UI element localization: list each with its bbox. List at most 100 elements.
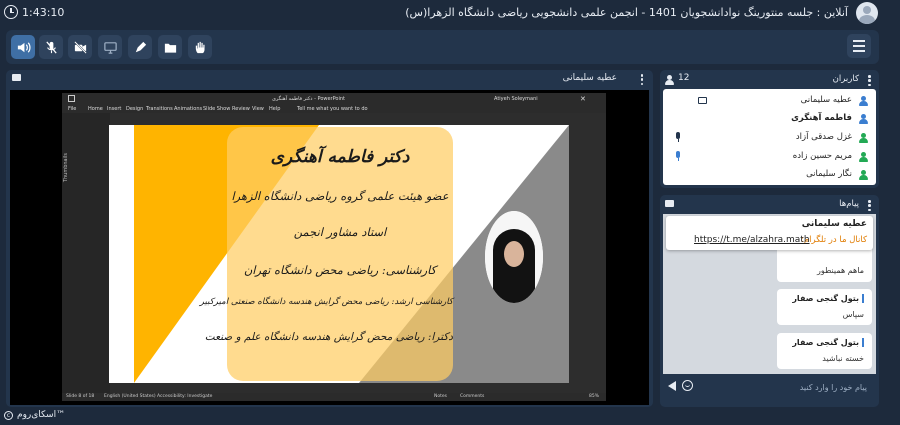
- ppt-ribbon: File Home Insert Design Transitions Anim…: [62, 105, 606, 113]
- chat-message: بتول گنجی صفار سپاس: [777, 289, 872, 325]
- ribbon-view[interactable]: View: [252, 106, 264, 112]
- status-lang: English (United States): [104, 394, 156, 399]
- ppt-user: Atiyeh Soleymani: [494, 96, 538, 102]
- message-text: سپاس: [842, 310, 864, 319]
- chat-input[interactable]: [699, 378, 871, 396]
- status-accessibility[interactable]: Accessibility: Investigate: [157, 394, 212, 399]
- user-icon: [859, 114, 868, 124]
- participant-row[interactable]: غزل صدقی آزاد: [663, 129, 876, 147]
- screen-share-button[interactable]: [98, 35, 122, 59]
- powerpoint-window: دکتر فاطمه آهنگری - PowerPoint Atiyeh So…: [62, 93, 606, 401]
- status-comments[interactable]: Comments: [460, 394, 484, 399]
- send-icon[interactable]: [668, 381, 676, 391]
- pen-icon: [135, 41, 146, 52]
- pip-icon[interactable]: [12, 74, 21, 81]
- hand-raise-icon: [195, 41, 205, 53]
- chat-title: پیام‌ها: [839, 199, 859, 209]
- camera-off-icon: [73, 40, 87, 54]
- participants-menu-icon[interactable]: [868, 75, 871, 86]
- message-text: خسته نباشید: [822, 354, 864, 363]
- participant-name: عطیه سلیمانی: [800, 95, 852, 105]
- participant-row[interactable]: عطیه سلیمانی: [663, 92, 876, 110]
- chat-message: بتول گنجی صفار خسته نباشید: [777, 333, 872, 369]
- profile-photo: [485, 211, 543, 303]
- chat-panel: پیام‌ها ماهم همینطور بتول گنجی صفار سپاس…: [660, 195, 879, 407]
- status-notes[interactable]: Notes: [434, 394, 447, 399]
- ribbon-transitions[interactable]: Transitions: [146, 106, 173, 112]
- user-icon: [859, 152, 868, 162]
- ribbon-file[interactable]: File: [68, 106, 76, 112]
- thumbnails-label: Thumbnails: [63, 153, 69, 183]
- participant-name: غزل صدقی آزاد: [795, 132, 852, 142]
- participants-title: کاربران: [832, 74, 859, 84]
- chat-message: ماهم همینطور: [777, 246, 872, 282]
- slide-line-3: کارشناسی: ریاضی محض دانشگاه تهران: [243, 263, 437, 277]
- user-icon: [859, 133, 868, 143]
- ribbon-slideshow[interactable]: Slide Show: [203, 106, 230, 112]
- ribbon-help[interactable]: Help: [269, 106, 280, 112]
- main-menu-button[interactable]: [847, 34, 871, 58]
- user-icon: [859, 96, 868, 106]
- save-icon[interactable]: [68, 95, 75, 102]
- telegram-link[interactable]: https://t.me/alzahra.math: [694, 235, 810, 245]
- status-slide: Slide 8 of 18: [66, 394, 95, 399]
- ribbon-home[interactable]: Home: [88, 106, 103, 112]
- speaker-button[interactable]: [11, 35, 35, 59]
- toolbar: [6, 30, 879, 64]
- slide-heading: دکتر فاطمه آهنگری: [270, 147, 410, 167]
- mic-off-icon: [45, 40, 57, 54]
- status-zoom[interactable]: 85%: [589, 394, 599, 399]
- copyright-icon: c: [4, 410, 13, 420]
- ribbon-insert[interactable]: Insert: [107, 106, 121, 112]
- user-icon: [859, 170, 868, 180]
- mic-button[interactable]: [39, 35, 63, 59]
- raise-hand-button[interactable]: [188, 35, 212, 59]
- participant-row[interactable]: فاطمه آهنگری: [663, 110, 876, 128]
- presenter-name: عطیه سلیمانی: [562, 73, 617, 83]
- participants-panel: 12 کاربران عطیه سلیمانی فاطمه آهنگری غزل…: [660, 70, 879, 188]
- pinned-message: عطیه سلیمانی کانال ما در تلگرام: https:/…: [666, 216, 873, 250]
- room-title: آنلاین : جلسه منتورینگ نوادانشجویان 1401…: [405, 6, 848, 19]
- clock-icon: [4, 5, 18, 19]
- chat-input-bar: [663, 376, 876, 398]
- files-button[interactable]: [158, 35, 182, 59]
- shared-screen: دکتر فاطمه آهنگری - PowerPoint Atiyeh So…: [10, 90, 649, 405]
- pinned-sender: عطیه سلیمانی: [801, 219, 867, 229]
- close-icon[interactable]: ✕: [580, 95, 586, 103]
- camera-button[interactable]: [68, 35, 92, 59]
- brand-name: اسکای‌روم™: [17, 410, 66, 420]
- chat-menu-icon[interactable]: [868, 200, 871, 211]
- slide-line-4: کارشناسی ارشد: ریاضی محض گرایش هندسه دان…: [199, 297, 453, 307]
- ribbon-review[interactable]: Review: [232, 106, 250, 112]
- message-sender: بتول گنجی صفار: [792, 294, 864, 303]
- session-timer: 1:43:10: [4, 5, 64, 19]
- slide-line-1: عضو هیئت علمی گروه ریاضی دانشگاه الزهرا: [231, 189, 449, 203]
- chat-bubble-icon: [665, 200, 674, 207]
- ppt-statusbar: Slide 8 of 18 English (United States) Ac…: [62, 393, 606, 401]
- message-text: ماهم همینطور: [816, 266, 864, 275]
- presenter-header: عطیه سلیمانی: [6, 70, 653, 88]
- participant-row[interactable]: مریم حسین زاده: [663, 148, 876, 166]
- ppt-search-hint[interactable]: Tell me what you want to do: [297, 106, 368, 112]
- slide-line-5: دکترا: ریاضی محض گرایش هندسه دانشگاه علم…: [204, 331, 453, 343]
- participants-count: 12: [678, 73, 690, 83]
- mic-icon: [673, 151, 683, 161]
- ribbon-design[interactable]: Design: [126, 106, 143, 112]
- screen-share-icon: [698, 97, 707, 104]
- user-avatar[interactable]: [856, 2, 878, 24]
- pinned-label: کانال ما در تلگرام:: [801, 235, 867, 245]
- title-bar: 1:43:10 آنلاین : جلسه منتورینگ نوادانشجو…: [0, 0, 900, 26]
- thumbnails-pane[interactable]: Thumbnails: [62, 113, 110, 393]
- presenter-panel: عطیه سلیمانی دکتر فاطمه آهنگری - PowerPo…: [6, 70, 653, 407]
- emoji-icon[interactable]: [682, 380, 693, 391]
- slide: دکتر فاطمه آهنگری عضو هیئت علمی گروه ریا…: [109, 125, 569, 383]
- ribbon-animations[interactable]: Animations: [174, 106, 202, 112]
- people-icon: [665, 75, 674, 85]
- timer-value: 1:43:10: [22, 5, 65, 19]
- presenter-menu-icon[interactable]: [640, 74, 643, 85]
- slide-line-2: استاد مشاور انجمن: [293, 225, 387, 239]
- whiteboard-button[interactable]: [128, 35, 152, 59]
- participant-row[interactable]: نگار سلیمانی: [663, 166, 876, 184]
- ppt-workspace: Thumbnails دکتر فاطمه آهنگری عضو هیئت عل…: [62, 113, 606, 393]
- participant-name: نگار سلیمانی: [806, 169, 852, 179]
